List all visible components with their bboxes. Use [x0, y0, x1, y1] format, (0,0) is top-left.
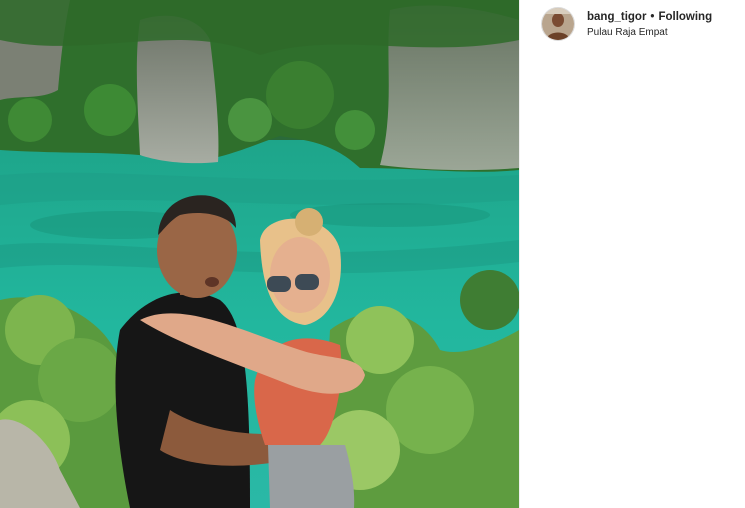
post-side-panel: bang_tigor • Following Pulau Raja Empat	[520, 0, 745, 508]
username-link[interactable]: bang_tigor	[587, 11, 646, 23]
separator-dot: •	[650, 10, 655, 23]
post-meta: bang_tigor • Following Pulau Raja Empat	[587, 10, 712, 39]
avatar[interactable]	[541, 7, 575, 41]
username-line: bang_tigor • Following	[587, 10, 712, 24]
profile-photo-icon	[542, 8, 574, 40]
post-photo-image	[0, 0, 519, 508]
location-link[interactable]: Pulau Raja Empat	[587, 27, 712, 39]
post-photo[interactable]	[0, 0, 519, 508]
following-button[interactable]: Following	[658, 11, 712, 23]
post-header: bang_tigor • Following Pulau Raja Empat	[541, 6, 712, 42]
